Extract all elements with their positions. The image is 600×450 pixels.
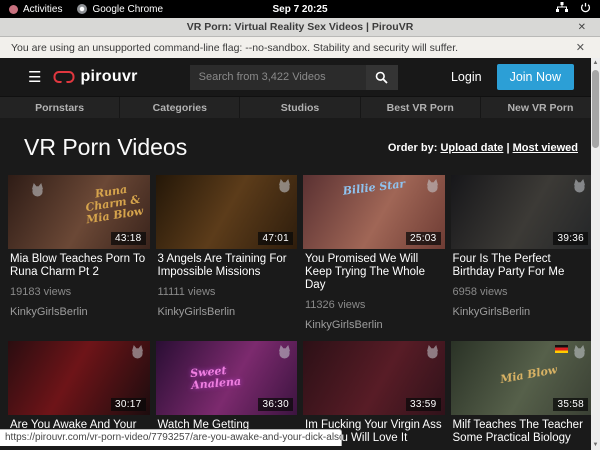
video-card: Runa Charm & Mia Blow 43:18 Mia Blow Tea… bbox=[8, 175, 150, 331]
nav-item-new-vr-porn[interactable]: New VR Porn bbox=[481, 97, 600, 118]
window-title: VR Porn: Virtual Reality Sex Videos | Pi… bbox=[187, 21, 414, 33]
window-close-icon[interactable]: ✕ bbox=[572, 18, 592, 36]
video-duration-badge: 30:17 bbox=[111, 398, 146, 411]
system-top-bar: Activities Google Chrome Sep 7 20:25 bbox=[0, 0, 600, 18]
video-title-link[interactable]: 3 Angels Are Training For Impossible Mis… bbox=[158, 253, 296, 279]
scrollbar-down-icon[interactable]: ▼ bbox=[591, 440, 600, 450]
video-title-link[interactable]: Milf Teaches The Teacher Some Practical … bbox=[453, 419, 591, 445]
hamburger-menu-icon[interactable]: ☰ bbox=[28, 70, 41, 85]
video-duration-badge: 39:36 bbox=[553, 232, 588, 245]
order-separator: | bbox=[506, 142, 509, 154]
video-views: 11326 views bbox=[305, 299, 443, 311]
video-thumbnail[interactable]: 33:59 bbox=[303, 341, 445, 415]
thumbnail-overlay-text: Billie Star bbox=[342, 178, 406, 198]
video-card: Mia Blow 35:58 Milf Teaches The Teacher … bbox=[451, 341, 593, 450]
site-logo[interactable]: pirouvr bbox=[53, 68, 137, 86]
video-views: 11111 views bbox=[158, 286, 296, 298]
video-thumbnail[interactable]: Billie Star 25:03 bbox=[303, 175, 445, 249]
studio-cat-logo-icon bbox=[277, 179, 292, 193]
page-head: VR Porn Videos Order by: Upload date | M… bbox=[0, 118, 600, 161]
search-icon bbox=[375, 71, 388, 84]
vr-goggles-icon bbox=[53, 70, 75, 84]
activities-indicator-icon bbox=[9, 5, 18, 14]
video-thumbnail[interactable]: 47:01 bbox=[156, 175, 298, 249]
video-studio-link[interactable]: KinkyGirlsBerlin bbox=[453, 306, 591, 318]
scrollbar[interactable]: ▲ ▼ bbox=[591, 58, 600, 450]
german-flag-icon bbox=[555, 345, 568, 353]
chrome-appmenu-button[interactable]: Google Chrome bbox=[92, 4, 163, 15]
nav-item-categories[interactable]: Categories bbox=[120, 97, 240, 118]
studio-cat-logo-icon bbox=[277, 345, 292, 359]
nav-item-best-vr-porn[interactable]: Best VR Porn bbox=[361, 97, 481, 118]
window-title-bar: VR Porn: Virtual Reality Sex Videos | Pi… bbox=[0, 18, 600, 37]
studio-cat-logo-icon bbox=[425, 345, 440, 359]
video-thumbnail[interactable]: Mia Blow 35:58 bbox=[451, 341, 593, 415]
video-studio-link[interactable]: KinkyGirlsBerlin bbox=[10, 306, 148, 318]
video-studio-link[interactable]: KinkyGirlsBerlin bbox=[305, 319, 443, 331]
warning-text: You are using an unsupported command-lin… bbox=[11, 42, 458, 54]
scrollbar-thumb[interactable] bbox=[592, 70, 599, 148]
video-thumbnail[interactable]: 30:17 bbox=[8, 341, 150, 415]
warning-close-icon[interactable]: ✕ bbox=[570, 40, 591, 55]
video-card: 47:01 3 Angels Are Training For Impossib… bbox=[156, 175, 298, 331]
video-card: 39:36 Four Is The Perfect Birthday Party… bbox=[451, 175, 593, 331]
video-duration-badge: 36:30 bbox=[258, 398, 293, 411]
video-title-link[interactable]: You Promised We Will Keep Trying The Who… bbox=[305, 253, 443, 292]
video-views: 19183 views bbox=[10, 286, 148, 298]
video-thumbnail[interactable]: Sweet Analena 36:30 bbox=[156, 341, 298, 415]
order-upload-date-link[interactable]: Upload date bbox=[440, 142, 503, 154]
video-thumbnail[interactable]: 39:36 bbox=[451, 175, 593, 249]
video-grid: Runa Charm & Mia Blow 43:18 Mia Blow Tea… bbox=[0, 175, 600, 450]
video-duration-badge: 25:03 bbox=[406, 232, 441, 245]
system-clock[interactable]: Sep 7 20:25 bbox=[272, 4, 327, 15]
video-duration-badge: 47:01 bbox=[258, 232, 293, 245]
page-title: VR Porn Videos bbox=[24, 134, 187, 161]
login-button[interactable]: Login bbox=[451, 70, 482, 84]
network-icon[interactable] bbox=[556, 2, 568, 16]
search-bar bbox=[190, 65, 398, 90]
order-most-viewed-link[interactable]: Most viewed bbox=[513, 142, 578, 154]
web-content: ☰ pirouvr Login Join Now PornstarsCatego… bbox=[0, 58, 600, 450]
studio-cat-logo-icon bbox=[130, 345, 145, 359]
site-nav: PornstarsCategoriesStudiosBest VR PornNe… bbox=[0, 96, 600, 118]
site-logo-text: pirouvr bbox=[80, 68, 137, 86]
studio-cat-logo-icon bbox=[572, 345, 587, 359]
order-by: Order by: Upload date | Most viewed bbox=[388, 142, 578, 154]
search-input[interactable] bbox=[190, 65, 366, 90]
scrollbar-up-icon[interactable]: ▲ bbox=[591, 58, 600, 68]
video-duration-badge: 33:59 bbox=[406, 398, 441, 411]
site-header: ☰ pirouvr Login Join Now bbox=[0, 58, 600, 96]
studio-cat-logo-icon bbox=[572, 179, 587, 193]
nav-item-pornstars[interactable]: Pornstars bbox=[0, 97, 120, 118]
activities-button[interactable]: Activities bbox=[23, 4, 62, 15]
chrome-icon bbox=[77, 4, 87, 14]
video-views: 6958 views bbox=[453, 286, 591, 298]
video-thumbnail[interactable]: Runa Charm & Mia Blow 43:18 bbox=[8, 175, 150, 249]
join-now-button[interactable]: Join Now bbox=[497, 64, 574, 90]
studio-cat-logo-icon bbox=[30, 183, 45, 197]
video-duration-badge: 35:58 bbox=[553, 398, 588, 411]
chrome-warning-bar: You are using an unsupported command-lin… bbox=[0, 37, 600, 58]
video-studio-link[interactable]: KinkyGirlsBerlin bbox=[158, 306, 296, 318]
status-bar-url: https://pirouvr.com/vr-porn-video/779325… bbox=[0, 429, 342, 446]
thumbnail-overlay-text: Mia Blow bbox=[500, 364, 559, 386]
search-button[interactable] bbox=[366, 65, 398, 90]
power-icon[interactable] bbox=[580, 2, 591, 16]
video-title-link[interactable]: Four Is The Perfect Birthday Party For M… bbox=[453, 253, 591, 279]
video-title-link[interactable]: Mia Blow Teaches Porn To Runa Charm Pt 2 bbox=[10, 253, 148, 279]
nav-item-studios[interactable]: Studios bbox=[240, 97, 360, 118]
studio-cat-logo-icon bbox=[425, 179, 440, 193]
video-duration-badge: 43:18 bbox=[111, 232, 146, 245]
thumbnail-overlay-text: Sweet Analena bbox=[190, 362, 263, 392]
thumbnail-overlay-text: Runa Charm & Mia Blow bbox=[78, 181, 147, 227]
video-card: Billie Star 25:03 You Promised We Will K… bbox=[303, 175, 445, 331]
order-by-label: Order by: bbox=[388, 142, 438, 154]
